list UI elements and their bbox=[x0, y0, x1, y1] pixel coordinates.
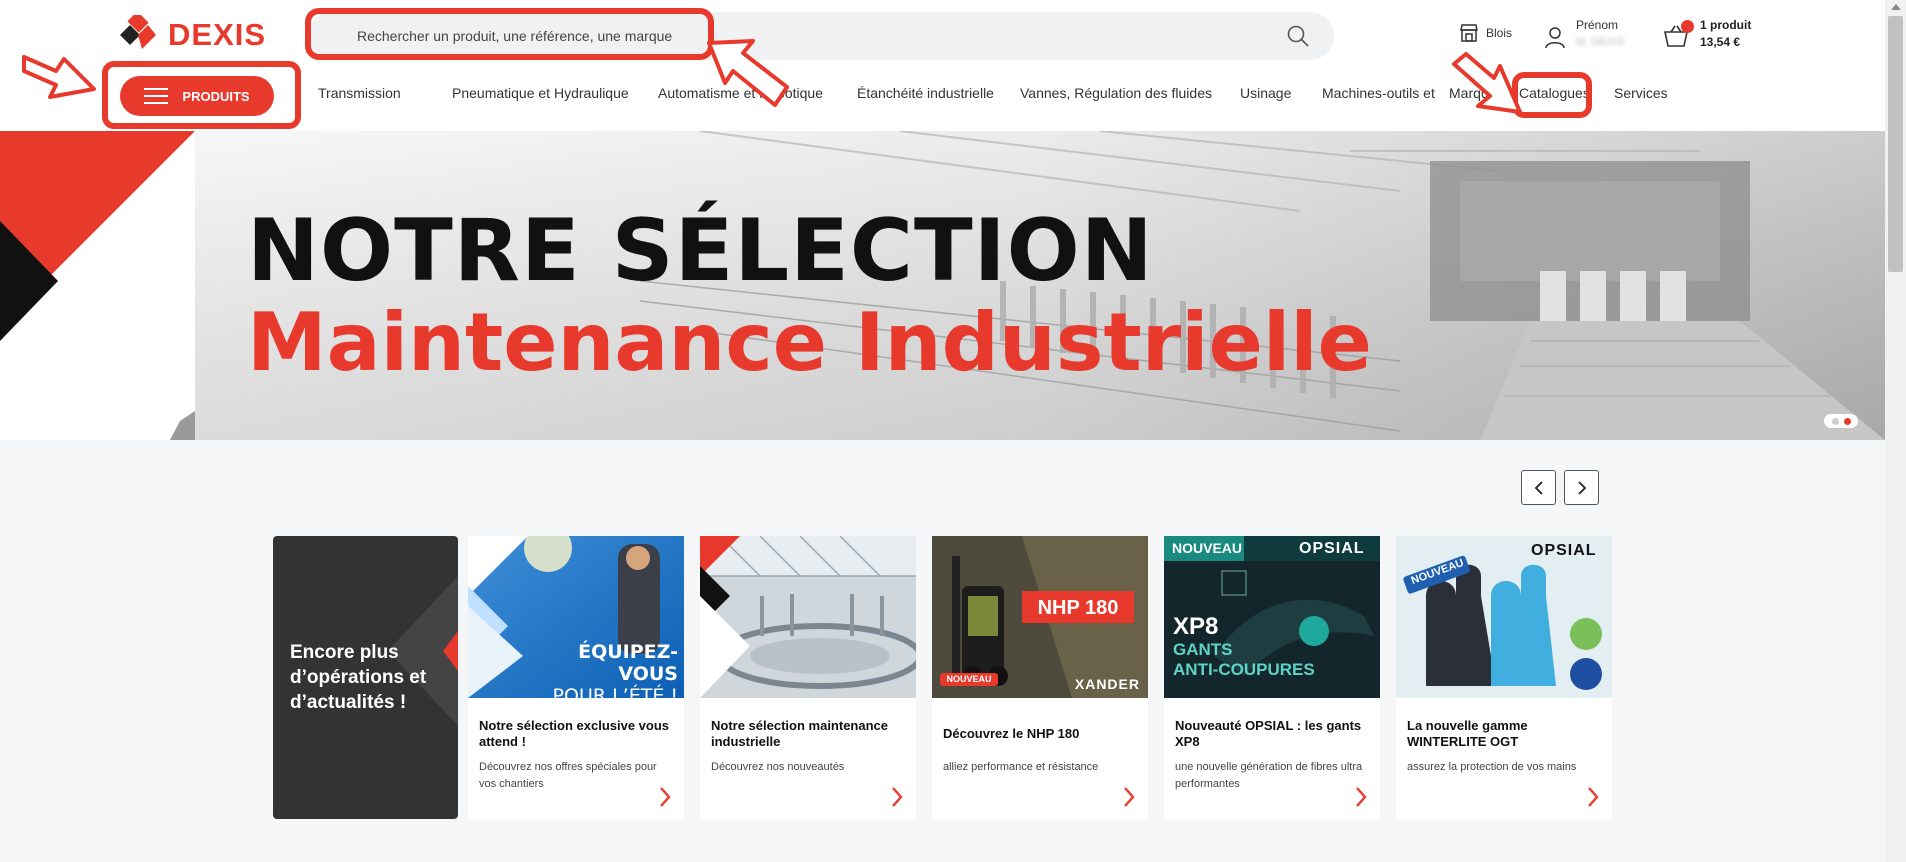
nav-item-usinage[interactable]: Usinage bbox=[1240, 85, 1322, 107]
card-image-brand: OPSIAL bbox=[1531, 542, 1597, 559]
annotation-arrow-products bbox=[22, 55, 96, 99]
logo-mark-icon bbox=[120, 15, 156, 49]
nav-item-transmission[interactable]: Transmission bbox=[318, 85, 449, 107]
card-image-brand: XANDER bbox=[1074, 676, 1140, 692]
nav-item-services[interactable]: Services bbox=[1614, 85, 1684, 107]
card-image-text-2: GANTS bbox=[1173, 640, 1233, 659]
annotation-box-products bbox=[102, 61, 301, 129]
dexis-logo[interactable]: DEXIS bbox=[120, 15, 266, 55]
scrollbar-thumb[interactable] bbox=[1888, 16, 1903, 272]
store-icon bbox=[1460, 24, 1478, 42]
card-image-text-2: POUR L’ÉTÉ ! bbox=[552, 685, 678, 707]
user-icon bbox=[1545, 27, 1565, 49]
cart[interactable]: 1 produit 13,54 € bbox=[1662, 18, 1751, 50]
chevron-right-icon[interactable] bbox=[1586, 786, 1600, 808]
nav-item-pneumatique[interactable]: Pneumatique et Hydraulique bbox=[452, 85, 658, 107]
annotation-arrow-marques bbox=[1452, 52, 1522, 114]
card-image-winter-gloves bbox=[1396, 536, 1612, 698]
search-icon[interactable] bbox=[1286, 24, 1310, 48]
logo-text: DEXIS bbox=[168, 17, 267, 52]
card-description: Découvrez nos offres spéciales pour vos … bbox=[479, 761, 657, 790]
carousel-prev-button[interactable] bbox=[1521, 470, 1556, 505]
account-sub: M. DEXIS bbox=[1576, 36, 1625, 48]
hero-subtitle: Maintenance Industrielle bbox=[247, 296, 1372, 389]
annotation-box-search bbox=[305, 8, 714, 60]
card-title: La nouvelle gamme WINTERLITE OGT bbox=[1407, 718, 1528, 749]
cart-badge bbox=[1681, 20, 1694, 33]
chevron-right-icon[interactable] bbox=[1122, 786, 1136, 808]
card-description: assurez la protection de vos mains bbox=[1407, 761, 1577, 773]
chevron-right-icon[interactable] bbox=[890, 786, 904, 808]
chevron-left-icon bbox=[1534, 480, 1543, 495]
cart-total: 13,54 € bbox=[1700, 35, 1741, 49]
promo-text: Encore plus d’opérations et d’actualités… bbox=[290, 642, 427, 713]
card-image-factory bbox=[700, 536, 916, 698]
hero-pagination bbox=[1824, 414, 1858, 428]
chevron-right-icon bbox=[1577, 480, 1586, 495]
card-image-new-tag: NOUVEAU bbox=[1172, 540, 1243, 556]
hero-banner[interactable]: NOTRE SÉLECTION Maintenance Industrielle bbox=[0, 131, 1885, 440]
page: DEXIS Blois Prénom M. DEXI bbox=[0, 0, 1906, 862]
card-title: Notre sélection exclusive vous attend ! bbox=[479, 718, 670, 749]
card-nhp180[interactable]: NHP 180 NOUVEAU XANDER Découvrez le NHP … bbox=[932, 536, 1148, 819]
card-title: Notre sélection maintenance industrielle bbox=[711, 718, 888, 749]
annotation-arrow-search bbox=[707, 39, 789, 107]
nav-item-vannes[interactable]: Vannes, Régulation des fluides bbox=[1020, 85, 1240, 107]
card-image-text-1: XP8 bbox=[1173, 613, 1219, 640]
card-description: Découvrez nos nouveautés bbox=[711, 761, 845, 773]
cart-count: 1 produit bbox=[1700, 18, 1752, 32]
scroll-up-arrow-icon[interactable] bbox=[1891, 4, 1901, 10]
hero-title: NOTRE SÉLECTION bbox=[247, 201, 1154, 301]
card-summer-selection[interactable]: ÉQUIPEZ-VOUS POUR L’ÉTÉ ! Notre sélectio… bbox=[468, 536, 684, 819]
nav-item-machines-outils[interactable]: Machines-outils et bbox=[1322, 85, 1446, 107]
card-image-badge: NHP 180 bbox=[1037, 597, 1119, 619]
card-winterlite[interactable]: NOUVEAU OPSIAL La nouvelle gamme WINTERL… bbox=[1396, 536, 1612, 819]
card-description: alliez performance et résistance bbox=[943, 761, 1099, 773]
card-description: une nouvelle génération de fibres ultra … bbox=[1175, 761, 1363, 790]
store-label: Blois bbox=[1486, 26, 1513, 40]
chevron-right-icon[interactable] bbox=[658, 786, 672, 808]
card-title: Découvrez le NHP 180 bbox=[943, 726, 1080, 741]
card-image-caption: ÉQUIPEZ-VOUS POUR L’ÉTÉ ! bbox=[528, 641, 678, 707]
account-label: Prénom bbox=[1576, 18, 1619, 32]
carousel-next-button[interactable] bbox=[1564, 470, 1599, 505]
account-menu[interactable]: Prénom M. DEXIS bbox=[1544, 18, 1624, 50]
page-scrollbar[interactable] bbox=[1885, 0, 1906, 862]
card-opsial-xp8[interactable]: NOUVEAU OPSIAL XP8 GANTS ANTI-COUPURES N… bbox=[1164, 536, 1380, 819]
card-maintenance-selection[interactable]: Notre sélection maintenance industrielle… bbox=[700, 536, 916, 819]
hero-dot-1[interactable] bbox=[1831, 417, 1839, 425]
card-image-new-tag: NOUVEAU bbox=[946, 674, 992, 684]
card-title: Nouveauté OPSIAL : les gants XP8 bbox=[1175, 718, 1362, 749]
card-image-brand: OPSIAL bbox=[1299, 540, 1365, 557]
cart-icon bbox=[1662, 20, 1694, 50]
nav-item-etancheite[interactable]: Étanchéité industrielle bbox=[857, 85, 1020, 107]
chevron-right-icon[interactable] bbox=[1354, 786, 1368, 808]
promo-more-operations[interactable]: Encore plus d’opérations et d’actualités… bbox=[273, 536, 458, 819]
hero-dot-2[interactable] bbox=[1843, 417, 1851, 425]
card-image-text-3: ANTI-COUPURES bbox=[1173, 660, 1315, 679]
store-selector[interactable]: Blois bbox=[1458, 22, 1512, 44]
card-image-text-1: ÉQUIPEZ-VOUS bbox=[578, 641, 678, 685]
